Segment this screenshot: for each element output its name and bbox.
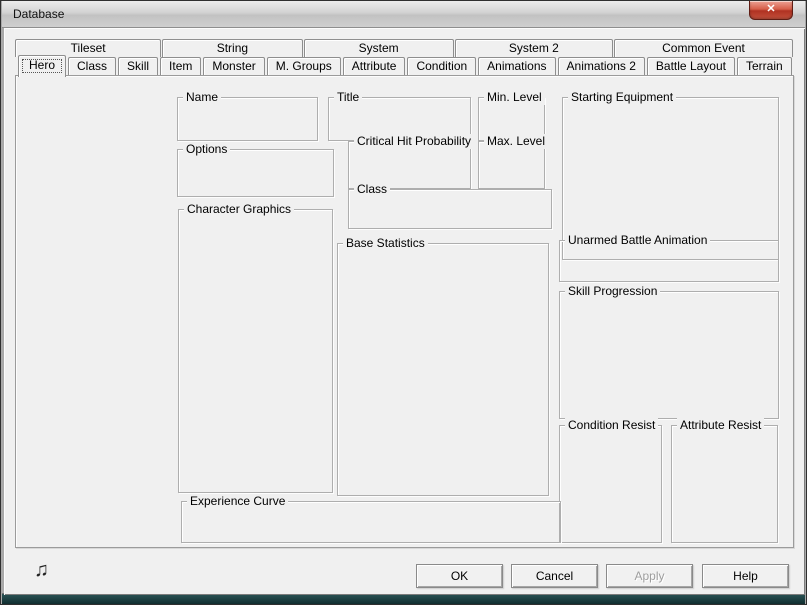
tab-battle-layout[interactable]: Battle Layout xyxy=(647,57,735,75)
tab-skill[interactable]: Skill xyxy=(118,57,158,75)
help-button[interactable]: Help xyxy=(702,564,789,588)
critical-group-label: Critical Hit Probability xyxy=(354,134,474,149)
ok-button[interactable]: OK xyxy=(416,564,503,588)
apply-button[interactable]: Apply xyxy=(606,564,693,588)
title-group-label: Title xyxy=(334,90,362,105)
window-title: Database xyxy=(13,7,64,21)
starting-equipment-label: Starting Equipment xyxy=(568,90,676,105)
options-group-label: Options xyxy=(183,142,230,157)
unarmed-animation-group: Unarmed Battle Animation xyxy=(559,240,779,282)
attribute-resist-label: Attribute Resist xyxy=(677,418,764,433)
skill-progression-group: Skill Progression xyxy=(559,291,779,419)
tab-monster[interactable]: Monster xyxy=(203,57,264,75)
tab-common-event[interactable]: Common Event xyxy=(614,39,793,57)
tab-item[interactable]: Item xyxy=(160,57,201,75)
unarmed-animation-label: Unarmed Battle Animation xyxy=(565,233,710,248)
condition-resist-group: Condition Resist xyxy=(559,425,662,543)
database-dialog: Tileset String System System 2 Common Ev… xyxy=(4,28,805,595)
tab-attribute[interactable]: Attribute xyxy=(343,57,406,75)
tab-string[interactable]: String xyxy=(162,39,302,57)
database-window: Database ✕ Tileset String System System … xyxy=(0,0,807,605)
music-note-icon: ♫ xyxy=(34,559,49,582)
close-icon: ✕ xyxy=(766,3,775,15)
tab-m-groups[interactable]: M. Groups xyxy=(267,57,341,75)
name-group-label: Name xyxy=(183,90,221,105)
tab-system[interactable]: System xyxy=(304,39,454,57)
title-bar[interactable]: Database ✕ xyxy=(2,1,805,28)
tab-row-sections: Hero Class Skill Item Monster M. Groups … xyxy=(18,57,794,77)
tab-row-categories: Tileset String System System 2 Common Ev… xyxy=(15,39,794,57)
tab-class[interactable]: Class xyxy=(68,57,116,75)
close-button[interactable]: ✕ xyxy=(749,1,793,20)
max-level-label: Max. Level xyxy=(484,134,548,149)
min-level-label: Min. Level xyxy=(484,90,545,105)
tab-terrain[interactable]: Terrain xyxy=(737,57,792,75)
tab-condition[interactable]: Condition xyxy=(407,57,476,75)
tab-animations-2[interactable]: Animations 2 xyxy=(558,57,645,75)
options-group: Options xyxy=(177,149,334,197)
cancel-button[interactable]: Cancel xyxy=(511,564,598,588)
skill-progression-label: Skill Progression xyxy=(565,284,660,299)
base-statistics-label: Base Statistics xyxy=(343,236,428,251)
class-group-label: Class xyxy=(354,182,390,197)
character-graphics-group: Character Graphics xyxy=(178,209,333,493)
tab-hero[interactable]: Hero xyxy=(18,55,66,77)
tab-animations[interactable]: Animations xyxy=(478,57,555,75)
experience-curve-group: Experience Curve xyxy=(181,501,561,543)
character-graphics-label: Character Graphics xyxy=(184,202,294,217)
attribute-resist-group: Attribute Resist xyxy=(671,425,778,543)
name-group: Name xyxy=(177,97,318,141)
condition-resist-label: Condition Resist xyxy=(565,418,658,433)
experience-curve-label: Experience Curve xyxy=(187,494,288,509)
tab-focus-outline xyxy=(22,59,62,73)
tab-system-2[interactable]: System 2 xyxy=(455,39,613,57)
max-level-group: Max. Level xyxy=(478,141,545,189)
class-group: Class xyxy=(348,189,552,229)
base-statistics-group: Base Statistics xyxy=(337,243,549,496)
